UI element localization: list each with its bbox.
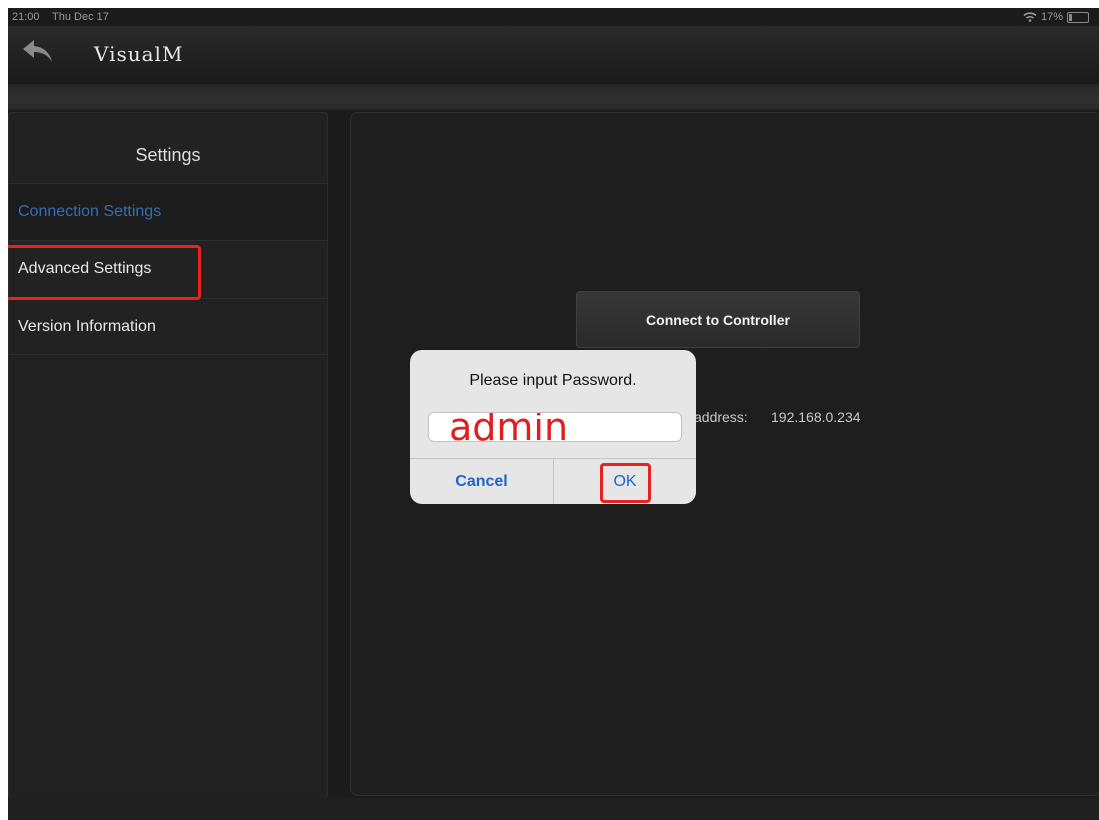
nav-bar: VisualM [8,26,1099,84]
highlight-advanced-settings [8,245,201,300]
status-right: 17% [1023,11,1089,23]
status-time: 21:00 [12,11,40,23]
cancel-button[interactable]: Cancel [410,459,553,504]
connect-to-controller-button[interactable]: Connect to Controller [576,291,860,348]
app-screen: 21:00 Thu Dec 17 17% VisualM Settings Co… [8,8,1099,820]
back-arrow-icon[interactable] [20,36,56,66]
password-dialog: Please input Password. admin Cancel OK [410,350,696,504]
sidebar-item-version-information[interactable]: Version Information [9,298,327,355]
wifi-icon [1023,12,1037,22]
bottom-bar [8,798,1099,820]
dialog-title: Please input Password. [469,372,637,389]
highlight-ok-button [600,463,651,503]
ip-address-value: 192.168.0.234 [771,409,861,425]
sidebar-title: Settings [135,145,201,165]
sidebar-item-connection-settings[interactable]: Connection Settings [9,183,327,240]
battery-icon [1067,11,1089,23]
battery-percent: 17% [1040,11,1063,23]
status-bar: 21:00 Thu Dec 17 17% [8,8,1099,26]
app-title: VisualM [94,42,184,66]
password-input[interactable]: admin [428,412,682,442]
ip-address-label: address: [694,409,748,425]
settings-sidebar: Settings Connection Settings Advanced Se… [8,112,328,800]
toolbar-strip [8,84,1099,110]
status-date: Thu Dec 17 [52,11,109,23]
